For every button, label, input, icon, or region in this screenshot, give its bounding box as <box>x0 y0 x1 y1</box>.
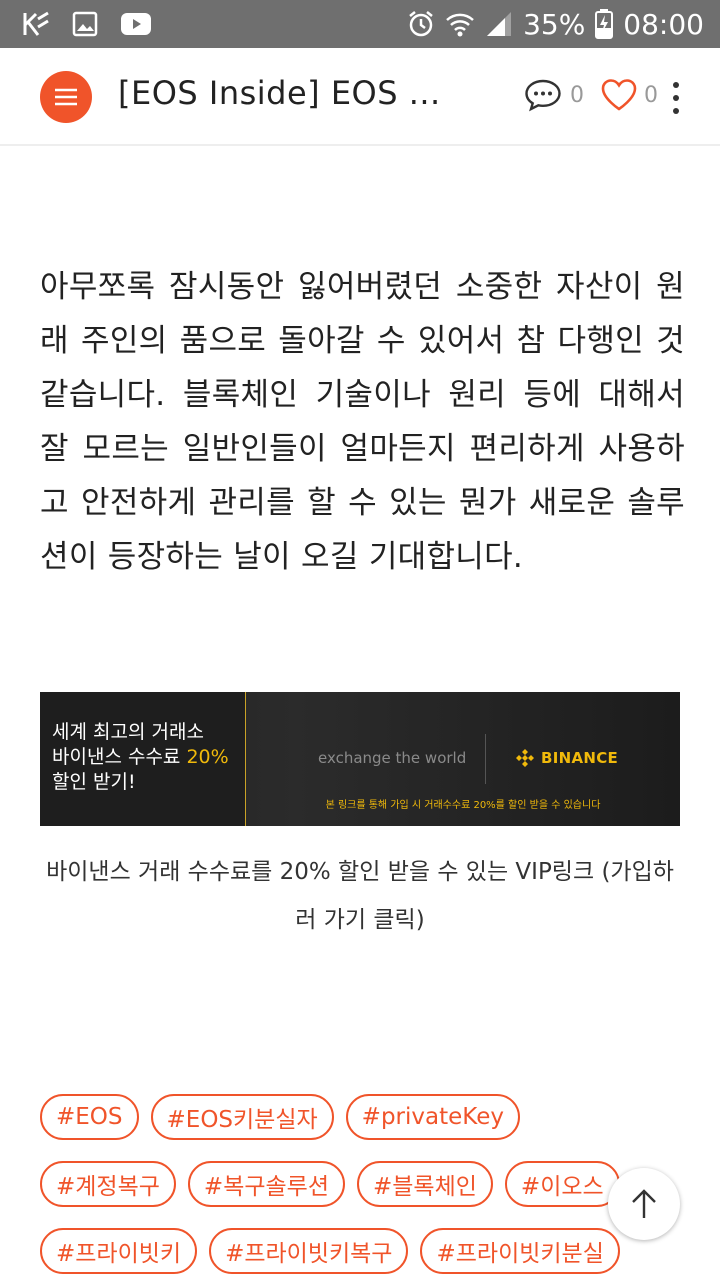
banner-line2: 바이낸스 수수료 20% <box>52 745 245 770</box>
more-dot-icon <box>673 95 679 101</box>
clock: 08:00 <box>623 7 704 41</box>
tag-recovery-solution[interactable]: #복구솔루션 <box>187 1161 345 1207</box>
tag-row: #프라이빗키 #프라이빗키복구 #프라이빗키분실 <box>40 1228 680 1274</box>
k-icon <box>22 11 50 37</box>
banner-discount: 20% <box>186 746 229 768</box>
gallery-icon <box>72 11 98 37</box>
binance-diamond-icon <box>516 749 534 767</box>
tag-blockchain[interactable]: #블록체인 <box>357 1161 493 1207</box>
banner-line1: 세계 최고의 거래소 <box>52 721 204 743</box>
banner-line3: 할인 받기! <box>52 771 136 793</box>
banner-tagline: exchange the world <box>318 749 467 767</box>
comment-icon <box>525 79 561 112</box>
tag-eos[interactable]: #EOS <box>40 1094 139 1140</box>
status-bar: 35% 08:00 <box>0 0 720 48</box>
youtube-icon <box>120 12 152 36</box>
hamburger-icon <box>55 88 77 106</box>
banner-line2-prefix: 바이낸스 수수료 <box>52 746 187 768</box>
tag-privatekey-lost[interactable]: #프라이빗키분실 <box>420 1228 620 1274</box>
wifi-icon <box>445 10 475 38</box>
banner-divider <box>485 734 486 784</box>
tag-eos-korean[interactable]: #이오스 <box>504 1161 620 1207</box>
more-dot-icon <box>673 82 679 88</box>
tag-list: #EOS #EOS키분실자 #privateKey #계정복구 #복구솔루션 #… <box>40 1094 680 1280</box>
like-count: 0 <box>644 82 658 108</box>
banner-headline: 세계 최고의 거래소 바이낸스 수수료 20% 할인 받기! <box>40 692 246 826</box>
scroll-to-top-button[interactable] <box>608 1168 680 1240</box>
binance-banner[interactable]: 세계 최고의 거래소 바이낸스 수수료 20% 할인 받기! exchange … <box>40 692 680 826</box>
tag-privatekey-recovery[interactable]: #프라이빗키복구 <box>209 1228 409 1274</box>
more-options-button[interactable] <box>664 82 688 114</box>
tag-account-recovery[interactable]: #계정복구 <box>40 1161 176 1207</box>
binance-logo: BINANCE <box>515 748 618 768</box>
tag-privatekey-korean[interactable]: #프라이빗키 <box>40 1228 198 1274</box>
comment-count: 0 <box>570 82 584 108</box>
binance-brand: BINANCE <box>541 749 619 767</box>
battery-charging-icon <box>595 9 614 39</box>
vip-link-caption[interactable]: 바이낸스 거래 수수료를 20% 할인 받을 수 있는 VIP링크 (가입하러 … <box>40 848 680 944</box>
app-bar: [EOS Inside] EOS ... 0 0 <box>0 48 720 146</box>
tag-eos-key-lost[interactable]: #EOS키분실자 <box>150 1094 334 1140</box>
article-paragraph: 아무쪼록 잠시동안 잃어버렸던 소중한 자산이 원래 주인의 품으로 돌아갈 수… <box>40 269 685 575</box>
heart-icon <box>601 79 637 111</box>
like-button[interactable]: 0 <box>600 78 658 112</box>
tag-row: #EOS #EOS키분실자 #privateKey <box>40 1094 680 1140</box>
banner-note: 본 링크를 통해 가입 시 거래수수료 20%를 할인 받을 수 있습니다 <box>325 800 601 811</box>
alarm-icon <box>407 10 435 38</box>
menu-button[interactable] <box>40 71 92 123</box>
more-dot-icon <box>673 108 679 114</box>
battery-percent: 35% <box>523 7 586 41</box>
arrow-up-icon <box>632 1189 656 1218</box>
tag-private-key[interactable]: #privateKey <box>345 1094 520 1140</box>
tag-row: #계정복구 #복구솔루션 #블록체인 #이오스 <box>40 1161 680 1207</box>
page-title: [EOS Inside] EOS ... <box>118 74 438 112</box>
signal-icon <box>485 10 513 38</box>
comment-button[interactable]: 0 <box>524 78 584 112</box>
